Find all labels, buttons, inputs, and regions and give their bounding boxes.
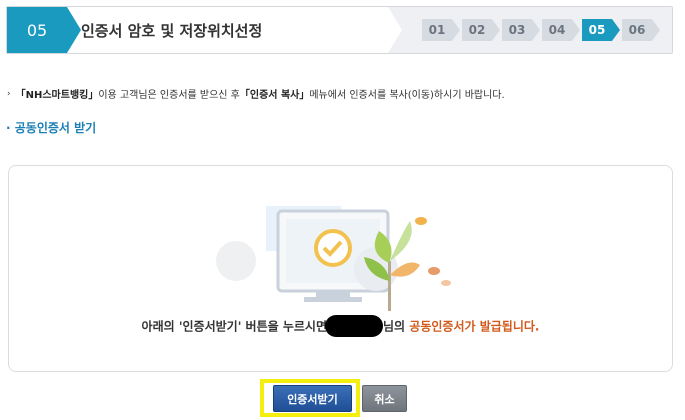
step-02: 02 xyxy=(462,19,500,41)
arrow-bullet-icon: › xyxy=(7,88,11,99)
step-01: 01 xyxy=(422,19,460,41)
notice-text-2: 메뉴에서 인증서를 복사(이동)하시기 바랍니다. xyxy=(309,90,505,101)
cancel-button[interactable]: 취소 xyxy=(362,385,407,412)
step-05-active: 05 xyxy=(582,19,620,41)
certificate-panel: 아래의 '인증서받기' 버튼을 누르시면 님의 공동인증서가 발급됩니다. xyxy=(8,165,673,372)
message-prefix: 아래의 '인증서받기' 버튼을 누르시면 xyxy=(141,319,328,334)
redacted-name xyxy=(325,315,384,337)
step-header: 05 인증서 암호 및 저장위치선정 01 02 03 04 05 06 xyxy=(6,6,673,54)
step-06: 06 xyxy=(622,19,660,41)
step-title: 인증서 암호 및 저장위치선정 xyxy=(81,21,263,40)
section-title: · 공동인증서 받기 xyxy=(6,121,97,135)
current-step-number: 05 xyxy=(7,7,81,53)
message-middle: 님의 xyxy=(383,319,410,334)
notice-app-name: 「NH스마트뱅킹」 xyxy=(15,90,99,101)
step-list: 01 02 03 04 05 06 xyxy=(422,19,660,41)
step-03: 03 xyxy=(502,19,540,41)
certificate-illustration-icon xyxy=(216,206,451,311)
step-progress: 01 02 03 04 05 06 xyxy=(388,7,672,53)
step-04: 04 xyxy=(542,19,580,41)
notice-text-1: 이용 고객님은 인증서를 받으신 후 xyxy=(98,90,240,101)
message-highlight: 공동인증서가 발급됩니다. xyxy=(409,319,540,334)
notice-text: › 「NH스마트뱅킹」 이용 고객님은 인증서를 받으신 후 「인증서 복사」 … xyxy=(7,86,505,102)
notice-menu-name: 「인증서 복사」 xyxy=(239,90,310,101)
receive-certificate-button[interactable]: 인증서받기 xyxy=(273,385,352,412)
issue-message: 아래의 '인증서받기' 버튼을 누르시면 님의 공동인증서가 발급됩니다. xyxy=(9,315,672,338)
